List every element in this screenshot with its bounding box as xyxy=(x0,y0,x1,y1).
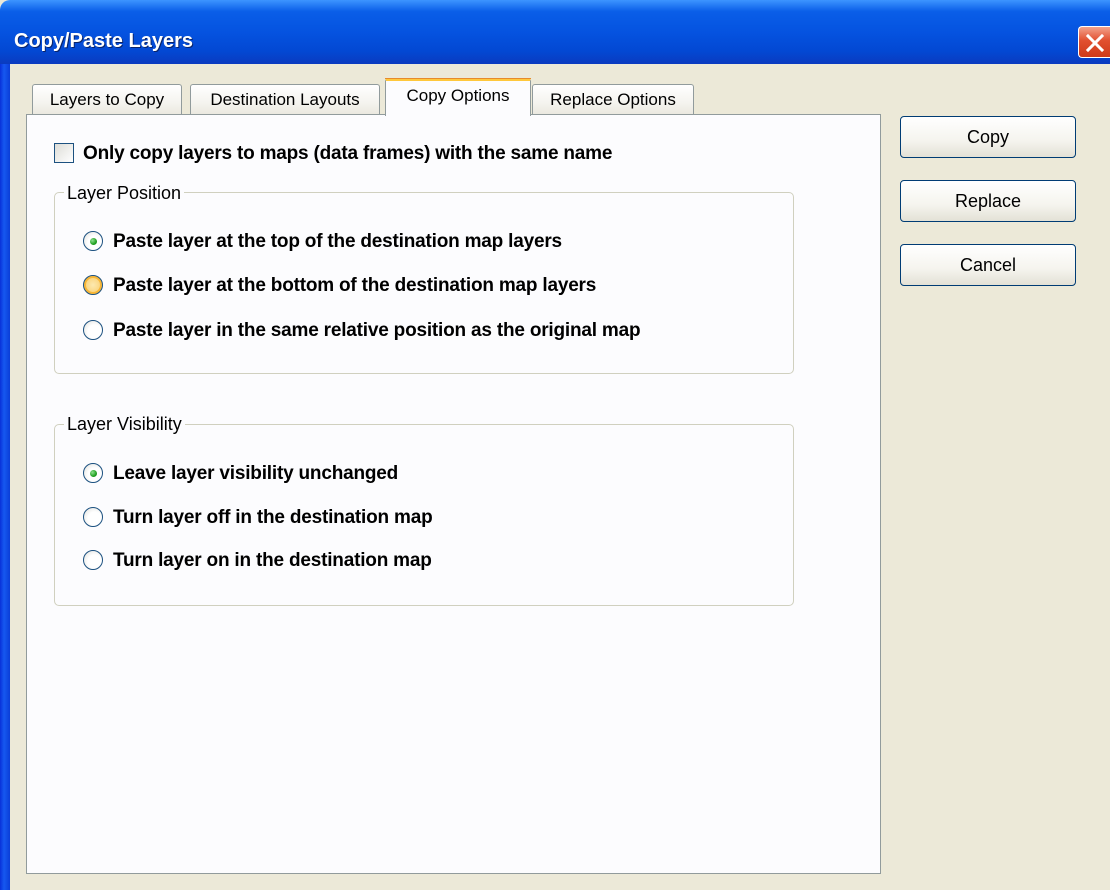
copy-options-panel: Only copy layers to maps (data frames) w… xyxy=(26,114,881,874)
radio-paste-bottom-label[interactable]: Paste layer at the bottom of the destina… xyxy=(113,275,596,297)
cancel-button[interactable]: Cancel xyxy=(900,244,1076,286)
tab-replace-options[interactable]: Replace Options xyxy=(532,84,694,116)
same-name-checkbox-label[interactable]: Only copy layers to maps (data frames) w… xyxy=(83,143,612,165)
radio-paste-top[interactable] xyxy=(83,231,103,251)
radio-turn-layer-off-label[interactable]: Turn layer off in the destination map xyxy=(113,507,433,529)
layer-visibility-title: Layer Visibility xyxy=(64,414,185,435)
layer-position-title: Layer Position xyxy=(64,183,185,204)
close-button[interactable] xyxy=(1078,26,1110,58)
radio-paste-same-position-label[interactable]: Paste layer in the same relative positio… xyxy=(113,320,641,342)
radio-selected-dot xyxy=(90,238,97,245)
tab-copy-options[interactable]: Copy Options xyxy=(385,78,531,116)
radio-visibility-unchanged[interactable] xyxy=(83,463,103,483)
radio-paste-top-label[interactable]: Paste layer at the top of the destinatio… xyxy=(113,231,562,253)
radio-turn-layer-on[interactable] xyxy=(83,550,103,570)
replace-button[interactable]: Replace xyxy=(900,180,1076,222)
copy-button[interactable]: Copy xyxy=(900,116,1076,158)
tab-destination-layouts[interactable]: Destination Layouts xyxy=(190,84,380,116)
dialog-client-area: Layers to Copy Destination Layouts Copy … xyxy=(10,64,1110,890)
same-name-checkbox[interactable] xyxy=(54,143,74,163)
window-title: Copy/Paste Layers xyxy=(14,30,193,52)
radio-turn-layer-off[interactable] xyxy=(83,507,103,527)
title-bar[interactable]: Copy/Paste Layers xyxy=(0,0,1110,64)
radio-selected-dot xyxy=(90,470,97,477)
radio-turn-layer-on-label[interactable]: Turn layer on in the destination map xyxy=(113,550,432,572)
window-frame-left xyxy=(0,64,10,890)
radio-paste-same-position[interactable] xyxy=(83,320,103,340)
tab-layers-to-copy[interactable]: Layers to Copy xyxy=(32,84,182,116)
close-icon xyxy=(1086,34,1104,52)
radio-paste-bottom[interactable] xyxy=(83,275,103,295)
radio-visibility-unchanged-label[interactable]: Leave layer visibility unchanged xyxy=(113,463,398,485)
